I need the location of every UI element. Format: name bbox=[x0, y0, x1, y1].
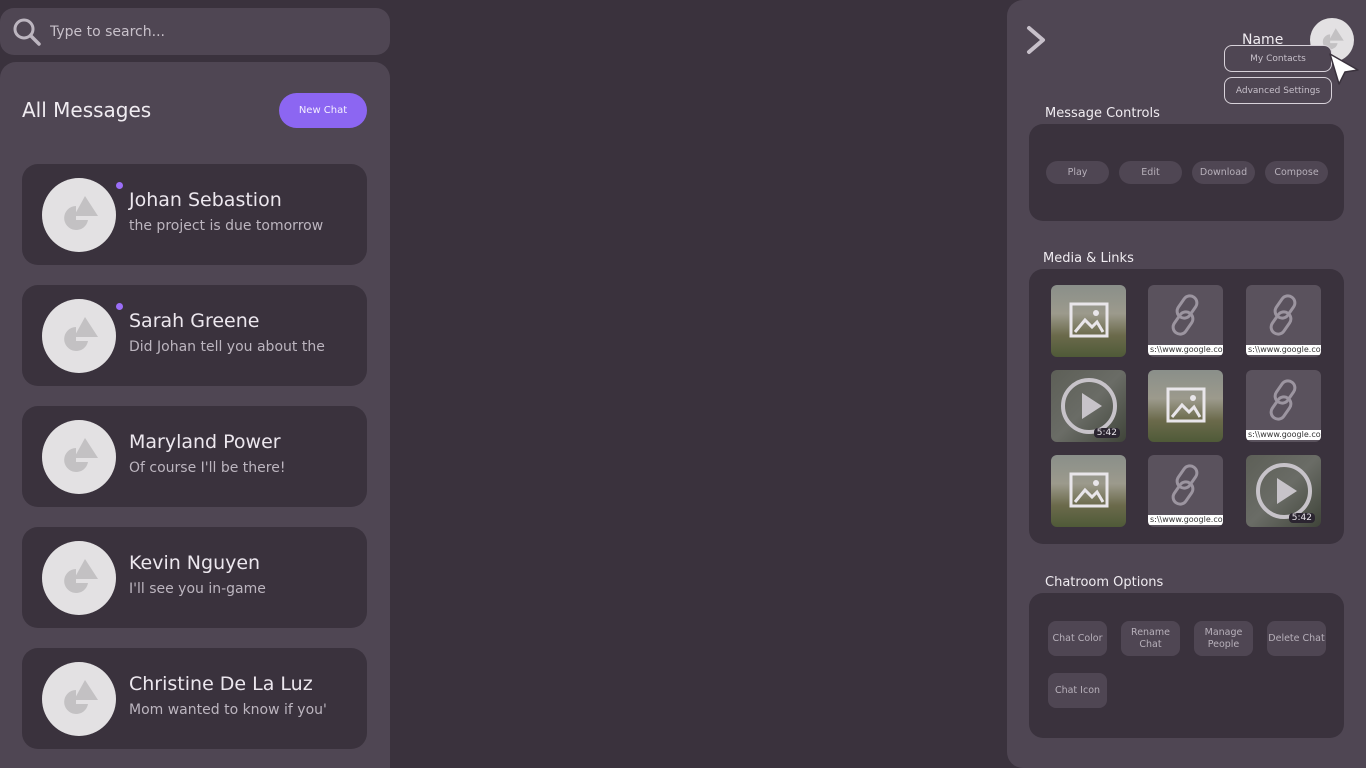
chat-name: Maryland Power bbox=[129, 431, 281, 453]
delete-chat-button[interactable]: Delete Chat bbox=[1267, 621, 1326, 656]
link-url: s:\\www.google.co bbox=[1246, 430, 1321, 440]
search-input[interactable] bbox=[50, 23, 370, 40]
edit-button[interactable]: Edit bbox=[1119, 161, 1182, 184]
avatar-placeholder-icon bbox=[64, 196, 98, 230]
media-photo-tile[interactable] bbox=[1051, 455, 1126, 527]
media-photo-tile[interactable] bbox=[1148, 370, 1223, 442]
media-link-tile[interactable]: s:\\www.google.co bbox=[1246, 370, 1321, 442]
message-controls-title: Message Controls bbox=[1045, 106, 1160, 121]
media-photo-tile[interactable] bbox=[1051, 285, 1126, 357]
image-icon bbox=[1166, 387, 1206, 423]
avatar-placeholder-icon bbox=[64, 559, 98, 593]
rename-chat-button[interactable]: Rename Chat bbox=[1121, 621, 1180, 656]
messages-panel: All Messages New Chat Johan Sebastion th… bbox=[0, 62, 390, 768]
manage-people-button[interactable]: Manage People bbox=[1194, 621, 1253, 656]
avatar bbox=[42, 299, 116, 373]
chat-preview: Did Johan tell you about the bbox=[129, 339, 325, 355]
unread-indicator bbox=[116, 182, 123, 189]
avatar-placeholder-icon bbox=[64, 680, 98, 714]
chat-list-item[interactable]: Sarah Greene Did Johan tell you about th… bbox=[22, 285, 367, 386]
chat-list-item[interactable]: Christine De La Luz Mom wanted to know i… bbox=[22, 648, 367, 749]
media-link-tile[interactable]: s:\\www.google.co bbox=[1246, 285, 1321, 357]
chat-preview: I'll see you in-game bbox=[129, 581, 266, 597]
link-url: s:\\www.google.co bbox=[1246, 345, 1321, 355]
chat-list-item[interactable]: Johan Sebastion the project is due tomor… bbox=[22, 164, 367, 265]
chat-name: Johan Sebastion bbox=[129, 189, 282, 211]
chat-name: Christine De La Luz bbox=[129, 673, 313, 695]
cursor-icon bbox=[1329, 53, 1359, 85]
link-icon bbox=[1171, 464, 1199, 506]
chat-preview: Mom wanted to know if you' bbox=[129, 702, 327, 718]
media-video-tile[interactable]: 5:42 bbox=[1246, 455, 1321, 527]
chatroom-options-title: Chatroom Options bbox=[1045, 575, 1164, 590]
my-contacts-button[interactable]: My Contacts bbox=[1224, 45, 1332, 72]
image-icon bbox=[1069, 302, 1109, 338]
chat-preview: Of course I'll be there! bbox=[129, 460, 286, 476]
avatar bbox=[42, 420, 116, 494]
avatar bbox=[42, 662, 116, 736]
chat-icon-button[interactable]: Chat Icon bbox=[1048, 673, 1107, 708]
link-icon bbox=[1269, 294, 1297, 336]
download-button[interactable]: Download bbox=[1192, 161, 1255, 184]
avatar bbox=[42, 541, 116, 615]
unread-indicator bbox=[116, 303, 123, 310]
media-links-box: s:\\www.google.co s:\\www.google.co 5:42… bbox=[1029, 269, 1344, 544]
link-icon bbox=[1171, 294, 1199, 336]
advanced-settings-button[interactable]: Advanced Settings bbox=[1224, 77, 1332, 104]
video-duration: 5:42 bbox=[1288, 513, 1315, 523]
link-url: s:\\www.google.co bbox=[1148, 515, 1223, 525]
compose-button[interactable]: Compose bbox=[1265, 161, 1328, 184]
search-bar[interactable] bbox=[0, 8, 390, 55]
chat-list-item[interactable]: Maryland Power Of course I'll be there! bbox=[22, 406, 367, 507]
chat-details-panel: Name My Contacts Advanced Settings Messa… bbox=[1007, 0, 1366, 768]
play-button[interactable]: Play bbox=[1046, 161, 1109, 184]
link-icon bbox=[1269, 379, 1297, 421]
message-controls-box: Play Edit Download Compose bbox=[1029, 124, 1344, 221]
media-links-title: Media & Links bbox=[1043, 251, 1134, 266]
chat-preview: the project is due tomorrow bbox=[129, 218, 324, 234]
chevron-right-icon[interactable] bbox=[1021, 24, 1051, 56]
chat-list-item[interactable]: Kevin Nguyen I'll see you in-game bbox=[22, 527, 367, 628]
search-icon bbox=[13, 18, 41, 46]
media-video-tile[interactable]: 5:42 bbox=[1051, 370, 1126, 442]
avatar-placeholder-icon bbox=[64, 438, 98, 472]
media-link-tile[interactable]: s:\\www.google.co bbox=[1148, 285, 1223, 357]
media-link-tile[interactable]: s:\\www.google.co bbox=[1148, 455, 1223, 527]
image-icon bbox=[1069, 472, 1109, 508]
video-duration: 5:42 bbox=[1093, 428, 1120, 438]
chatroom-options-box: Chat Color Rename Chat Manage People Del… bbox=[1029, 593, 1344, 738]
chat-color-button[interactable]: Chat Color bbox=[1048, 621, 1107, 656]
avatar-placeholder-icon bbox=[64, 317, 98, 351]
link-url: s:\\www.google.co bbox=[1148, 345, 1223, 355]
avatar bbox=[42, 178, 116, 252]
chat-name: Kevin Nguyen bbox=[129, 552, 261, 574]
messages-title: All Messages bbox=[22, 98, 152, 122]
chat-name: Sarah Greene bbox=[129, 310, 260, 332]
new-chat-button[interactable]: New Chat bbox=[279, 93, 367, 128]
